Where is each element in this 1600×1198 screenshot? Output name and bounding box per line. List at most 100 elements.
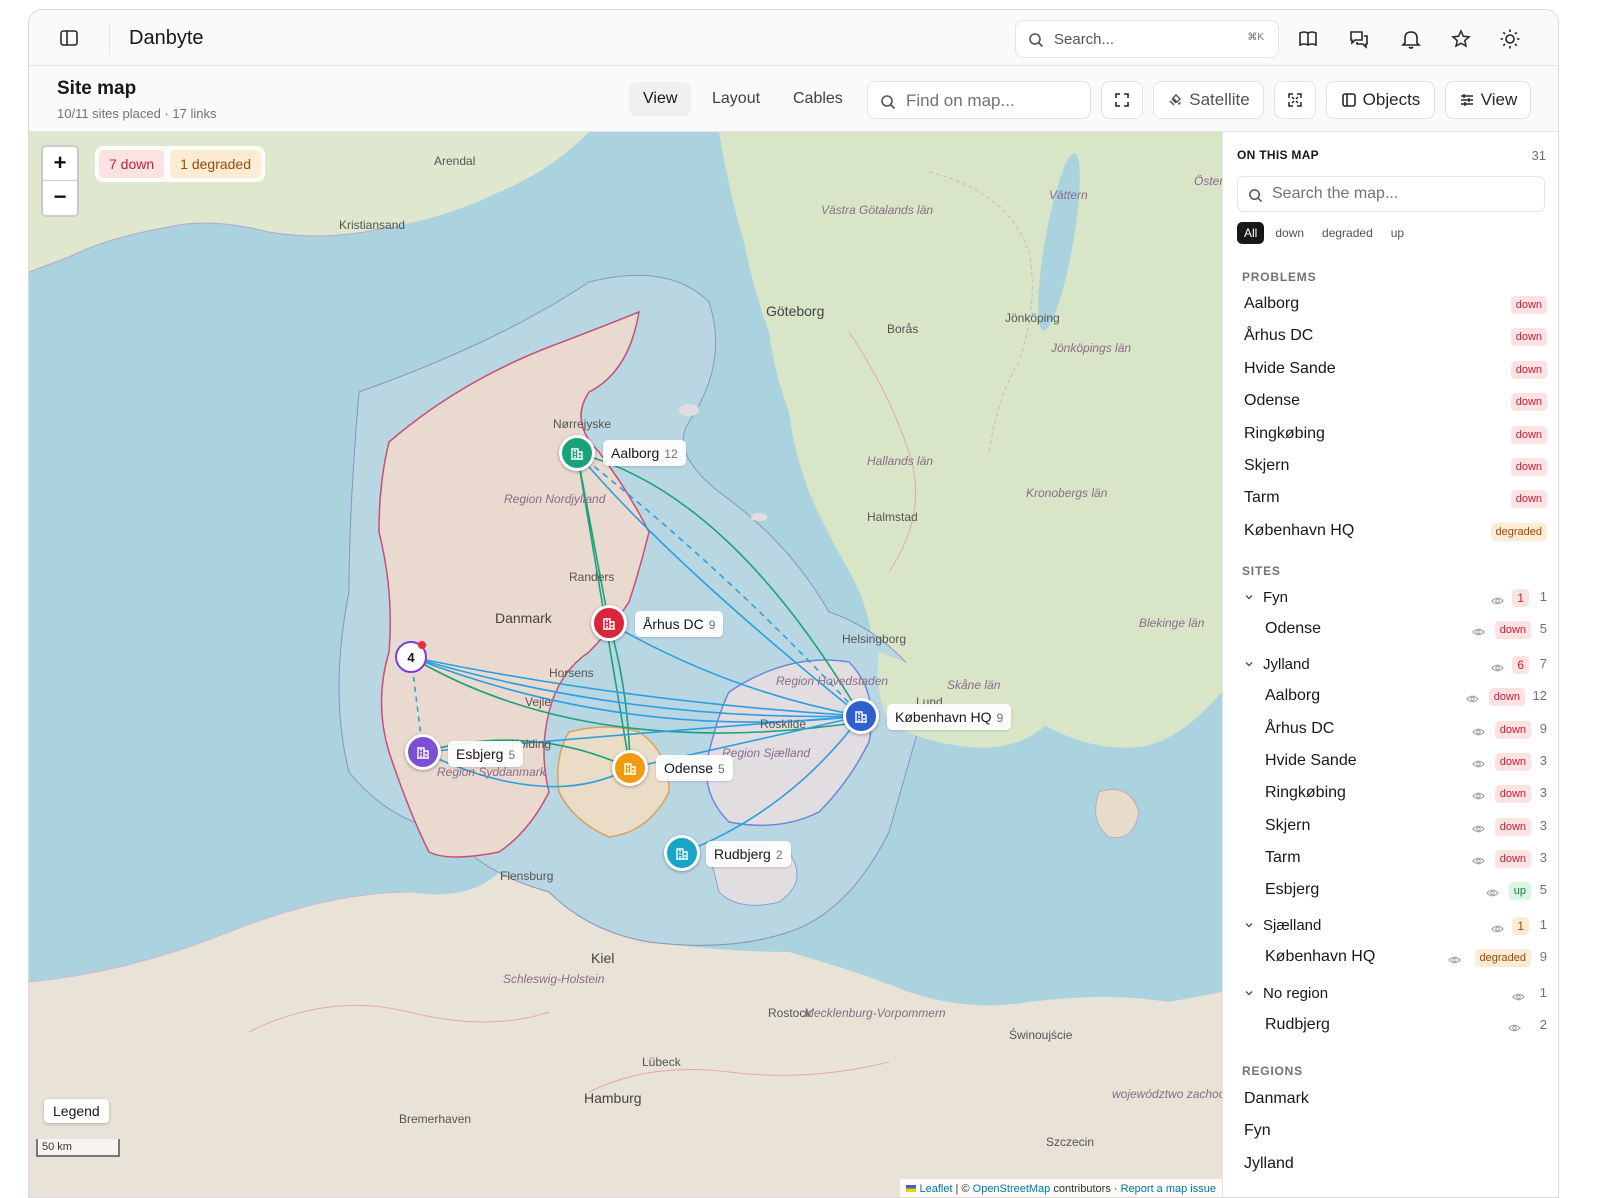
site-marker-aalborg[interactable] [559, 435, 595, 471]
chevron-down-icon[interactable] [1243, 986, 1255, 1004]
site-item[interactable]: Skjern down 3 [1237, 812, 1547, 842]
site-item[interactable]: Hvide Sande down 3 [1237, 747, 1547, 777]
status-badge: down [1494, 849, 1531, 868]
osm-link[interactable]: OpenStreetMap [973, 1183, 1051, 1195]
problem-item[interactable]: Tarm down [1237, 484, 1547, 514]
leaflet-link[interactable]: Leaflet [919, 1183, 952, 1195]
legend-button[interactable]: Legend [44, 1099, 109, 1123]
chat-icon[interactable] [1348, 28, 1370, 50]
cluster-count: 4 [407, 649, 415, 665]
filter-degraded[interactable]: degraded [1315, 222, 1380, 244]
star-icon[interactable] [1450, 28, 1472, 50]
eye-icon[interactable] [1472, 624, 1485, 642]
site-item[interactable]: Aalborg down 12 [1237, 682, 1547, 712]
site-marker-kobenhavn-hq[interactable] [843, 698, 879, 734]
eye-icon[interactable] [1491, 660, 1504, 678]
filter-all[interactable]: All [1237, 222, 1265, 244]
bell-icon[interactable] [1400, 28, 1422, 50]
report-issue-link[interactable]: Report a map issue [1121, 1183, 1216, 1195]
status-badge: down [1510, 360, 1547, 379]
place-label: Bremerhaven [399, 1112, 472, 1126]
tab-layout[interactable]: Layout [698, 82, 774, 116]
panel-icon [1341, 93, 1356, 107]
site-label-kobenhavn-hq[interactable]: København HQ 9 [887, 704, 1012, 730]
site-item[interactable]: Tarm down 3 [1237, 844, 1547, 874]
site-group[interactable]: Jylland 6 7 [1237, 651, 1547, 679]
site-name: Esbjerg [456, 746, 504, 762]
site-item[interactable]: Århus DC down 9 [1237, 715, 1547, 745]
eye-icon[interactable] [1486, 885, 1499, 903]
degraded-count-badge[interactable]: 1 degraded [170, 150, 261, 178]
eye-icon[interactable] [1466, 691, 1479, 709]
eye-icon[interactable] [1448, 952, 1461, 970]
site-link-count: 3 [1539, 752, 1547, 768]
eye-icon[interactable] [1472, 821, 1485, 839]
site-group[interactable]: No region 1 [1237, 980, 1547, 1008]
eye-icon[interactable] [1472, 724, 1485, 742]
site-item[interactable]: København HQ degraded 9 [1237, 943, 1547, 973]
problem-item[interactable]: Ringkøbing down [1237, 420, 1547, 450]
region-item[interactable]: Danmark [1237, 1085, 1547, 1115]
zoom-out-button[interactable]: − [43, 181, 77, 215]
site-label-rudbjerg[interactable]: Rudbjerg 2 [706, 841, 791, 867]
problem-item[interactable]: Aalborg down [1237, 290, 1547, 320]
theme-sun-icon[interactable] [1499, 28, 1521, 50]
site-group[interactable]: Sjælland 1 1 [1237, 912, 1547, 940]
search-shortcut: ⌘K [1247, 32, 1264, 43]
chevron-down-icon[interactable] [1243, 918, 1255, 936]
eye-icon[interactable] [1472, 756, 1485, 774]
eye-icon[interactable] [1508, 1020, 1521, 1038]
problem-item[interactable]: København HQ degraded [1237, 517, 1547, 547]
site-link-count: 5 [1539, 882, 1547, 898]
site-marker-esbjerg[interactable] [405, 734, 441, 770]
status-badge: degraded [1490, 522, 1547, 541]
fit-bounds-button[interactable] [1101, 81, 1143, 119]
global-search-input[interactable]: Search... ⌘K [1015, 20, 1279, 58]
cluster-marker[interactable]: 4 [395, 641, 427, 673]
chevron-down-icon[interactable] [1243, 657, 1255, 675]
problem-item[interactable]: Hvide Sande down [1237, 355, 1547, 385]
site-item[interactable]: Ringkøbing down 3 [1237, 779, 1547, 809]
objects-button[interactable]: Objects [1326, 81, 1435, 119]
region-item[interactable]: Fyn [1237, 1117, 1547, 1147]
eye-icon[interactable] [1491, 593, 1504, 611]
site-marker-arhus-dc[interactable] [591, 605, 627, 641]
site-label-arhus-dc[interactable]: Århus DC 9 [635, 611, 724, 637]
eye-icon[interactable] [1512, 989, 1525, 1007]
site-count: 9 [708, 618, 716, 632]
region-item[interactable]: Jylland [1237, 1150, 1547, 1180]
down-count-badge[interactable]: 7 down [99, 150, 165, 178]
site-item[interactable]: Odense down 5 [1237, 615, 1547, 645]
eye-icon[interactable] [1472, 853, 1485, 871]
site-group[interactable]: Fyn 1 1 [1237, 584, 1547, 612]
eye-icon[interactable] [1491, 921, 1504, 939]
site-item[interactable]: Rudbjerg 2 [1237, 1011, 1547, 1041]
tab-cables[interactable]: Cables [779, 82, 857, 116]
site-label-esbjerg[interactable]: Esbjerg 5 [448, 741, 524, 767]
filter-down[interactable]: down [1268, 222, 1311, 244]
sidebar-toggle-icon[interactable] [59, 28, 79, 48]
site-label-aalborg[interactable]: Aalborg 12 [603, 440, 686, 466]
view-options-label: View [1480, 90, 1518, 109]
eye-icon[interactable] [1472, 788, 1485, 806]
chevron-down-icon[interactable] [1243, 590, 1255, 608]
find-on-map-input[interactable]: Find on map... [867, 81, 1091, 119]
tab-view[interactable]: View [629, 82, 692, 116]
problem-item[interactable]: Odense down [1237, 387, 1547, 417]
site-marker-rudbjerg[interactable] [664, 835, 700, 871]
view-options-button[interactable]: View [1445, 81, 1531, 119]
satellite-button[interactable]: Satellite [1153, 81, 1264, 119]
book-icon[interactable] [1297, 28, 1319, 50]
map-canvas[interactable]: Arendal Kristiansand Göteborg Borås Jönk… [29, 132, 1222, 1197]
problem-item[interactable]: Århus DC down [1237, 322, 1547, 352]
filter-up[interactable]: up [1384, 222, 1411, 244]
site-marker-odense[interactable] [612, 750, 648, 786]
fullscreen-button[interactable] [1274, 81, 1316, 119]
status-badge: degraded [1474, 949, 1531, 968]
site-label-odense[interactable]: Odense 5 [656, 755, 733, 781]
region-label: Hallands län [867, 454, 934, 468]
zoom-in-button[interactable]: + [43, 147, 77, 181]
panel-search-input[interactable]: Search the map... [1237, 176, 1545, 212]
site-item[interactable]: Esbjerg up 5 [1237, 876, 1547, 906]
problem-item[interactable]: Skjern down [1237, 452, 1547, 482]
